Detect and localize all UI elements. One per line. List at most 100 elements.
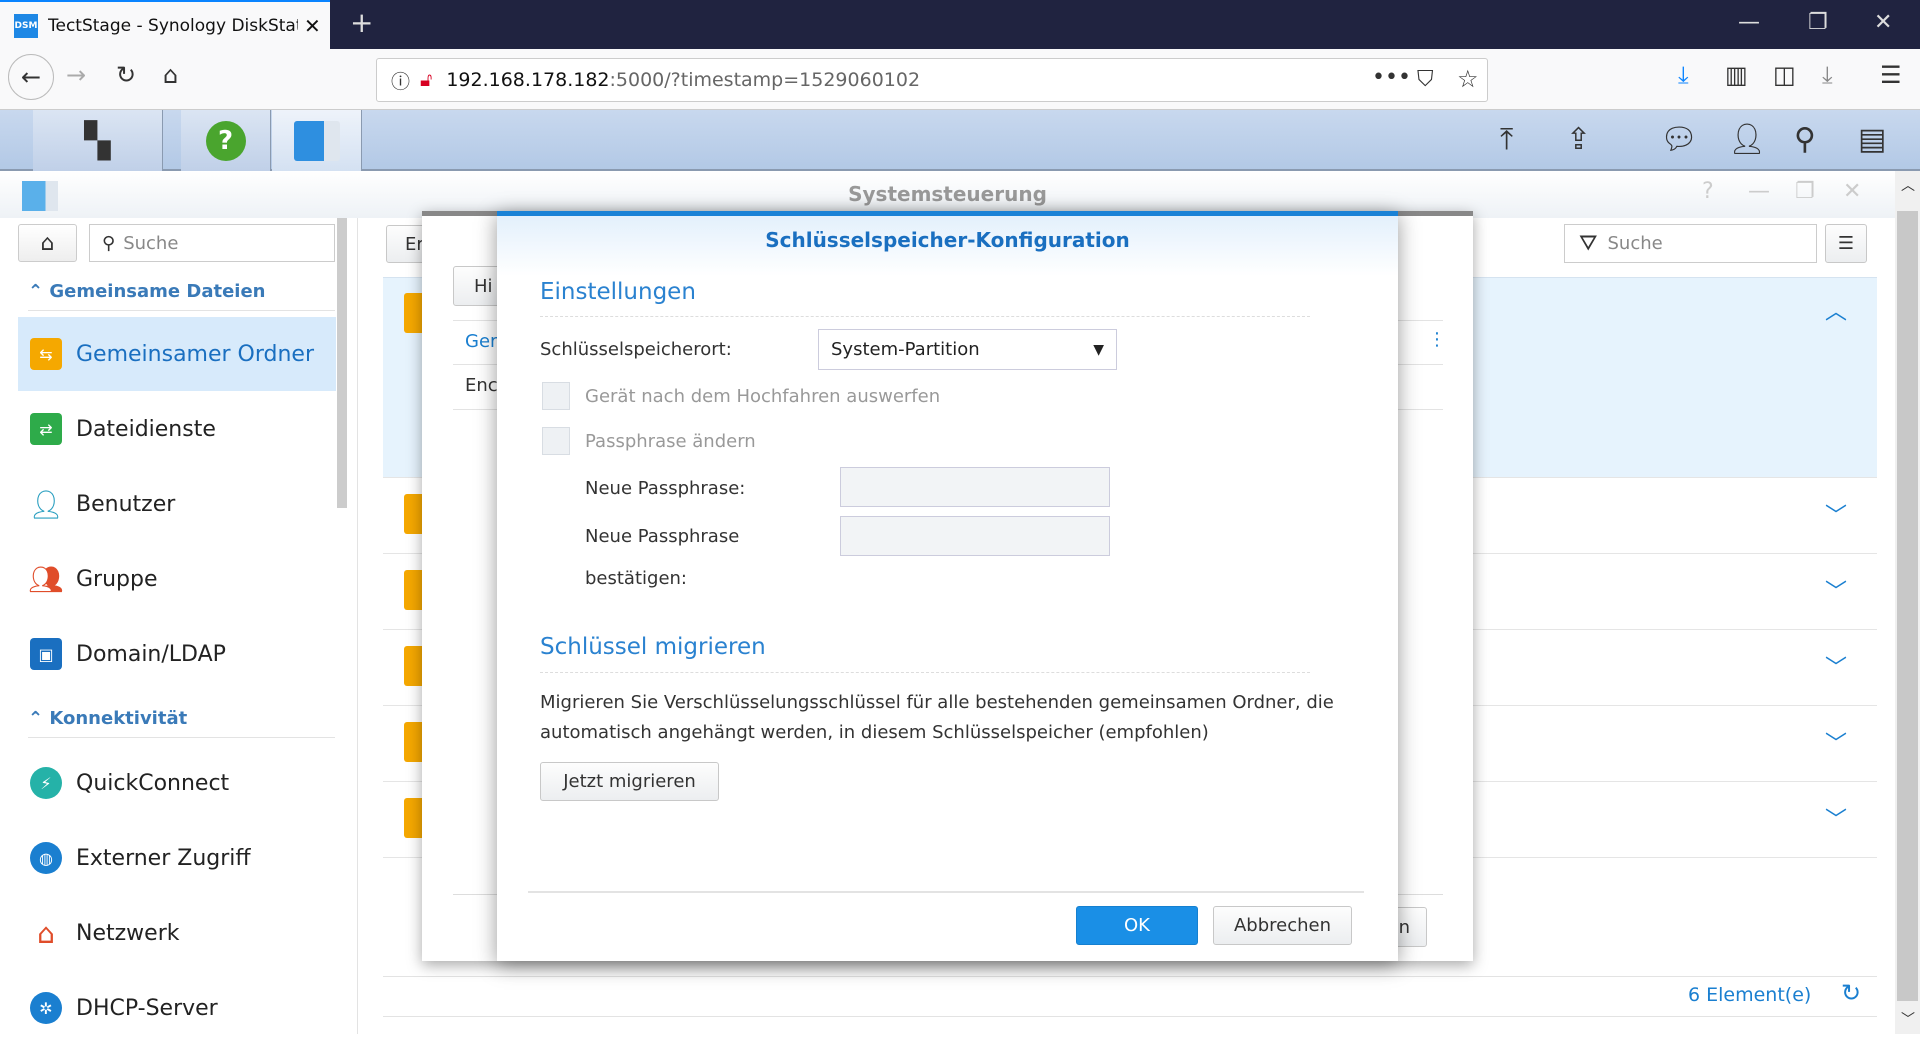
control-panel-taskbar-button[interactable]: [272, 110, 362, 171]
folder-icon: [404, 494, 422, 534]
button-label: OK: [1124, 915, 1150, 936]
sidebar-item-quickconnect[interactable]: ⚡ QuickConnect: [18, 746, 336, 820]
dhcp-icon: ✲: [30, 992, 62, 1024]
network-house-icon: ⌂: [37, 916, 55, 950]
browser-tab-bar: DSM TectStage - Synology DiskStatio ✕ + …: [0, 0, 1920, 49]
download-arrow-icon[interactable]: ⤓: [1822, 61, 1833, 89]
new-tab-icon[interactable]: +: [350, 6, 373, 39]
change-passphrase-checkbox[interactable]: [542, 427, 570, 455]
scroll-thumb[interactable]: [1897, 211, 1918, 1001]
filter-search-input[interactable]: ⛛ Suche: [1564, 224, 1817, 263]
sidebar-icon[interactable]: ◫: [1773, 61, 1796, 89]
behind-tab-label: Hi: [474, 275, 493, 297]
chevron-down-icon[interactable]: ﹀: [1825, 650, 1847, 682]
sidebar-item-label: QuickConnect: [76, 770, 230, 796]
home-button[interactable]: ⌂: [18, 224, 77, 262]
sidebar-item-shared-folder[interactable]: ⇆ Gemeinsamer Ordner: [18, 317, 336, 391]
user-icon[interactable]: 👤︎: [1728, 122, 1766, 157]
section-header-shared-files[interactable]: ⌃ Gemeinsame Dateien: [28, 281, 335, 311]
sort-button[interactable]: ☰: [1825, 224, 1867, 263]
key-location-select[interactable]: System-Partition ▼: [818, 329, 1117, 370]
ok-button[interactable]: OK: [1076, 906, 1198, 945]
restore-icon[interactable]: ❐: [1808, 10, 1828, 35]
section-divider: [540, 316, 1310, 317]
more-icon[interactable]: •••: [1372, 65, 1411, 90]
back-icon[interactable]: ←: [8, 54, 54, 100]
new-passphrase-label: Neue Passphrase:: [585, 478, 746, 499]
sidebar-search-input[interactable]: ⚲ Suche: [89, 224, 335, 262]
reload-icon[interactable]: ↻: [116, 61, 136, 89]
footer-divider: [383, 976, 1877, 977]
upload-top-icon[interactable]: ⤒: [1500, 122, 1513, 157]
pocket-icon[interactable]: ⛉: [1417, 67, 1434, 92]
url-rest: :5000/?timestamp=1529060102: [609, 69, 921, 91]
downloads-icon[interactable]: ⤓: [1678, 61, 1689, 89]
sidebar-item-network[interactable]: ⌂ Netzwerk: [18, 896, 336, 970]
section-header-connectivity[interactable]: ⌃ Konnektivität: [28, 708, 335, 738]
help-button[interactable]: ?: [181, 110, 271, 171]
sidebar-item-external-access[interactable]: ◍ Externer Zugriff: [18, 821, 336, 895]
sidebar-item-label: Gruppe: [76, 566, 158, 592]
sidebar-item-label: Benutzer: [76, 491, 176, 517]
sidebar-item-file-services[interactable]: ⇄ Dateidienste: [18, 392, 336, 466]
close-tab-icon[interactable]: ✕: [304, 14, 321, 38]
browser-tab[interactable]: DSM TectStage - Synology DiskStatio ✕: [0, 0, 330, 49]
group-icon: 👥︎: [28, 562, 64, 596]
window-close-icon[interactable]: ✕: [1843, 179, 1861, 204]
column-menu-icon[interactable]: ⋮: [1428, 329, 1446, 350]
url-bar[interactable]: ⓘ 🔓︎ 192.168.178.182:5000/?timestamp=152…: [376, 58, 1488, 102]
dsm-taskbar: ▚ ? ⤒ ⇪ 💬︎ 👤︎ ⚲ ▤: [0, 110, 1920, 171]
chevron-down-icon[interactable]: ﹀: [1825, 726, 1847, 758]
behind-row-label: Enc: [465, 375, 498, 396]
sidebar-item-user[interactable]: 👤︎ Benutzer: [18, 467, 336, 541]
section-label: Gemeinsame Dateien: [49, 281, 266, 302]
minimize-icon[interactable]: —: [1738, 10, 1760, 35]
sidebar-item-label: DHCP-Server: [76, 995, 218, 1021]
confirm-passphrase-label-2: bestätigen:: [585, 568, 687, 589]
widgets-icon[interactable]: ▤: [1858, 122, 1886, 157]
menu-icon[interactable]: ☰: [1880, 61, 1902, 89]
window-app-icon: [22, 181, 58, 211]
sidebar-item-domain-ldap[interactable]: ▣ Domain/LDAP: [18, 617, 336, 691]
sidebar-scrollbar[interactable]: [337, 218, 347, 508]
home-icon[interactable]: ⌂: [163, 61, 178, 89]
folder-icon: [404, 798, 422, 838]
url-host: 192.168.178.182: [446, 69, 610, 91]
chevron-down-icon[interactable]: ﹀: [1825, 574, 1847, 606]
folder-icon: [404, 293, 422, 333]
scroll-up-icon[interactable]: ︿: [1901, 175, 1915, 195]
close-window-icon[interactable]: ✕: [1874, 10, 1892, 35]
sidebar-item-group[interactable]: 👥︎ Gruppe: [18, 542, 336, 616]
window-maximize-icon[interactable]: ❐: [1795, 179, 1815, 204]
confirm-passphrase-input[interactable]: [840, 516, 1110, 556]
settings-heading: Einstellungen: [540, 279, 696, 305]
bookmark-star-icon[interactable]: ☆: [1457, 65, 1479, 93]
main-menu-button[interactable]: ▚: [33, 110, 163, 171]
scroll-down-icon[interactable]: ﹀: [1901, 1009, 1915, 1029]
search-placeholder: Suche: [123, 232, 179, 254]
upload-icon[interactable]: ⇪: [1566, 122, 1591, 157]
sidebar-item-label: Netzwerk: [76, 920, 180, 946]
globe-icon: ◍: [30, 842, 62, 874]
window-help-icon[interactable]: ?: [1702, 179, 1714, 204]
refresh-icon[interactable]: ↻: [1841, 979, 1861, 1007]
info-icon[interactable]: ⓘ: [391, 67, 410, 94]
eject-checkbox[interactable]: [542, 382, 570, 410]
cancel-button[interactable]: Abbrechen: [1213, 906, 1352, 945]
chevron-up-icon[interactable]: ︿: [1825, 294, 1847, 326]
migrate-heading: Schlüssel migrieren: [540, 634, 766, 660]
forward-icon[interactable]: →: [66, 61, 86, 89]
window-minimize-icon[interactable]: —: [1748, 179, 1770, 204]
search-icon: ⚲: [102, 232, 116, 254]
item-count: 6 Element(e): [1688, 984, 1812, 1006]
library-icon[interactable]: ▥: [1725, 61, 1748, 89]
chevron-down-icon[interactable]: ﹀: [1825, 802, 1847, 834]
page-scrollbar[interactable]: ︿ ﹀: [1895, 171, 1920, 1034]
search-placeholder: Suche: [1607, 233, 1663, 254]
migrate-now-button[interactable]: Jetzt migrieren: [540, 762, 719, 801]
change-passphrase-label: Passphrase ändern: [585, 431, 756, 452]
search-icon[interactable]: ⚲: [1794, 122, 1816, 157]
chat-icon[interactable]: 💬︎: [1660, 122, 1698, 157]
chevron-down-icon[interactable]: ﹀: [1825, 498, 1847, 530]
new-passphrase-input[interactable]: [840, 467, 1110, 507]
